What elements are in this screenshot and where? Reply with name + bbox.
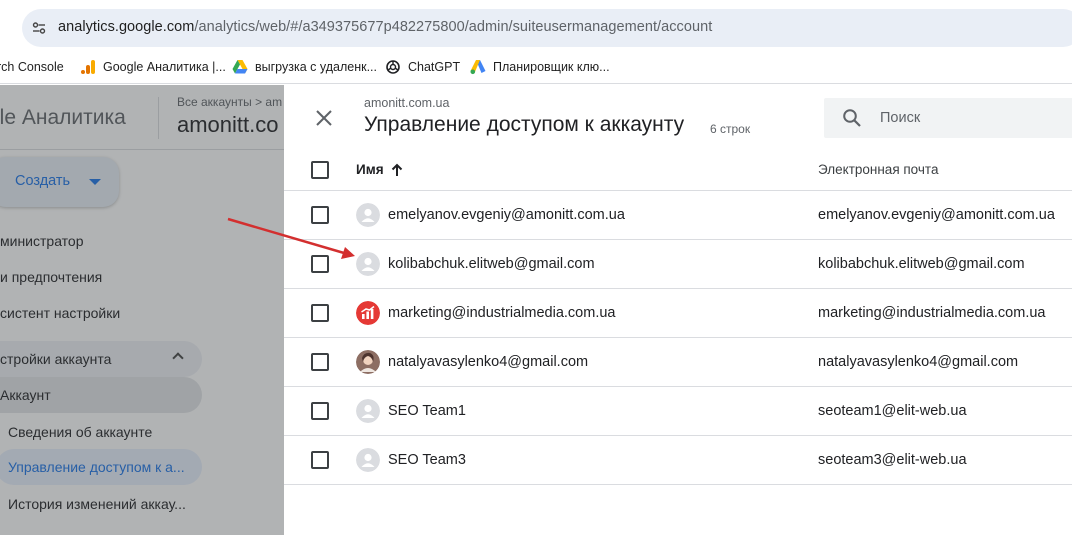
default-avatar-icon	[356, 252, 380, 276]
user-email: kolibabchuk.elitweb@gmail.com	[818, 256, 1025, 272]
modal-scrim[interactable]	[0, 85, 284, 535]
access-management-panel: amonitt.com.ua Управление доступом к акк…	[284, 85, 1072, 535]
table-row[interactable]: natalyavasylenko4@gmail.com natalyavasyl…	[284, 338, 1072, 387]
user-name: SEO Team3	[388, 452, 466, 468]
table-row[interactable]: emelyanov.evgeniy@amonitt.com.ua emelyan…	[284, 191, 1072, 240]
row-checkbox[interactable]	[311, 353, 329, 371]
table-row[interactable]: SEO Team1 seoteam1@elit-web.ua	[284, 387, 1072, 436]
bookmark-google-analytics[interactable]: Google Аналитика |...	[80, 57, 226, 77]
google-ads-icon	[470, 60, 486, 75]
google-drive-icon	[232, 60, 248, 74]
column-header-name[interactable]: Имя	[356, 162, 404, 177]
table-header: Имя Электронная почта	[284, 149, 1072, 191]
row-checkbox[interactable]	[311, 304, 329, 322]
row-count: 6 строк	[710, 122, 751, 136]
user-name: marketing@industrialmedia.com.ua	[388, 305, 616, 321]
select-all-checkbox[interactable]	[311, 161, 329, 179]
google-analytics-icon	[81, 60, 95, 74]
search-icon	[843, 109, 861, 127]
user-email: emelyanov.evgeniy@amonitt.com.ua	[818, 207, 1055, 223]
url-text[interactable]: analytics.google.com/analytics/web/#/a34…	[58, 19, 712, 35]
column-header-email[interactable]: Электронная почта	[818, 162, 938, 177]
user-name: emelyanov.evgeniy@amonitt.com.ua	[388, 207, 625, 223]
table-row[interactable]: marketing@industrialmedia.com.ua marketi…	[284, 289, 1072, 338]
site-info-icon[interactable]	[32, 21, 46, 35]
chatgpt-icon	[386, 60, 400, 74]
bookmark-drive[interactable]: выгрузка с удаленк...	[232, 57, 377, 77]
row-checkbox[interactable]	[311, 255, 329, 273]
profile-photo-avatar	[356, 350, 380, 374]
brand-logo-avatar-icon	[356, 301, 380, 325]
row-checkbox[interactable]	[311, 402, 329, 420]
close-icon[interactable]	[314, 108, 334, 128]
sort-ascending-icon	[391, 163, 402, 176]
row-checkbox[interactable]	[311, 206, 329, 224]
bookmark-chatgpt[interactable]: ChatGPT	[385, 57, 460, 77]
address-bar[interactable]: analytics.google.com/analytics/web/#/a34…	[22, 9, 1072, 47]
panel-subtitle: amonitt.com.ua	[364, 96, 450, 110]
search-box[interactable]	[824, 98, 1072, 138]
user-email: seoteam3@elit-web.ua	[818, 452, 967, 468]
search-input[interactable]	[880, 108, 1070, 128]
panel-title: Управление доступом к аккаунту	[364, 113, 685, 136]
user-email: marketing@industrialmedia.com.ua	[818, 305, 1046, 321]
table-row[interactable]: kolibabchuk.elitweb@gmail.com kolibabchu…	[284, 240, 1072, 289]
user-email: natalyavasylenko4@gmail.com	[818, 354, 1019, 370]
bookmark-search-console[interactable]: rch Console	[0, 57, 64, 77]
default-avatar-icon	[356, 203, 380, 227]
bookmark-keyword-planner[interactable]: Планировщик клю...	[470, 57, 610, 77]
user-email: seoteam1@elit-web.ua	[818, 403, 967, 419]
table-row[interactable]: SEO Team3 seoteam3@elit-web.ua	[284, 436, 1072, 485]
user-name: natalyavasylenko4@gmail.com	[388, 354, 589, 370]
user-name: kolibabchuk.elitweb@gmail.com	[388, 256, 595, 272]
default-avatar-icon	[356, 448, 380, 472]
row-checkbox[interactable]	[311, 451, 329, 469]
user-name: SEO Team1	[388, 403, 466, 419]
browser-toolbar: analytics.google.com/analytics/web/#/a34…	[0, 0, 1072, 50]
default-avatar-icon	[356, 399, 380, 423]
bookmarks-bar: rch Console Google Аналитика |... выгруз…	[0, 50, 1072, 84]
